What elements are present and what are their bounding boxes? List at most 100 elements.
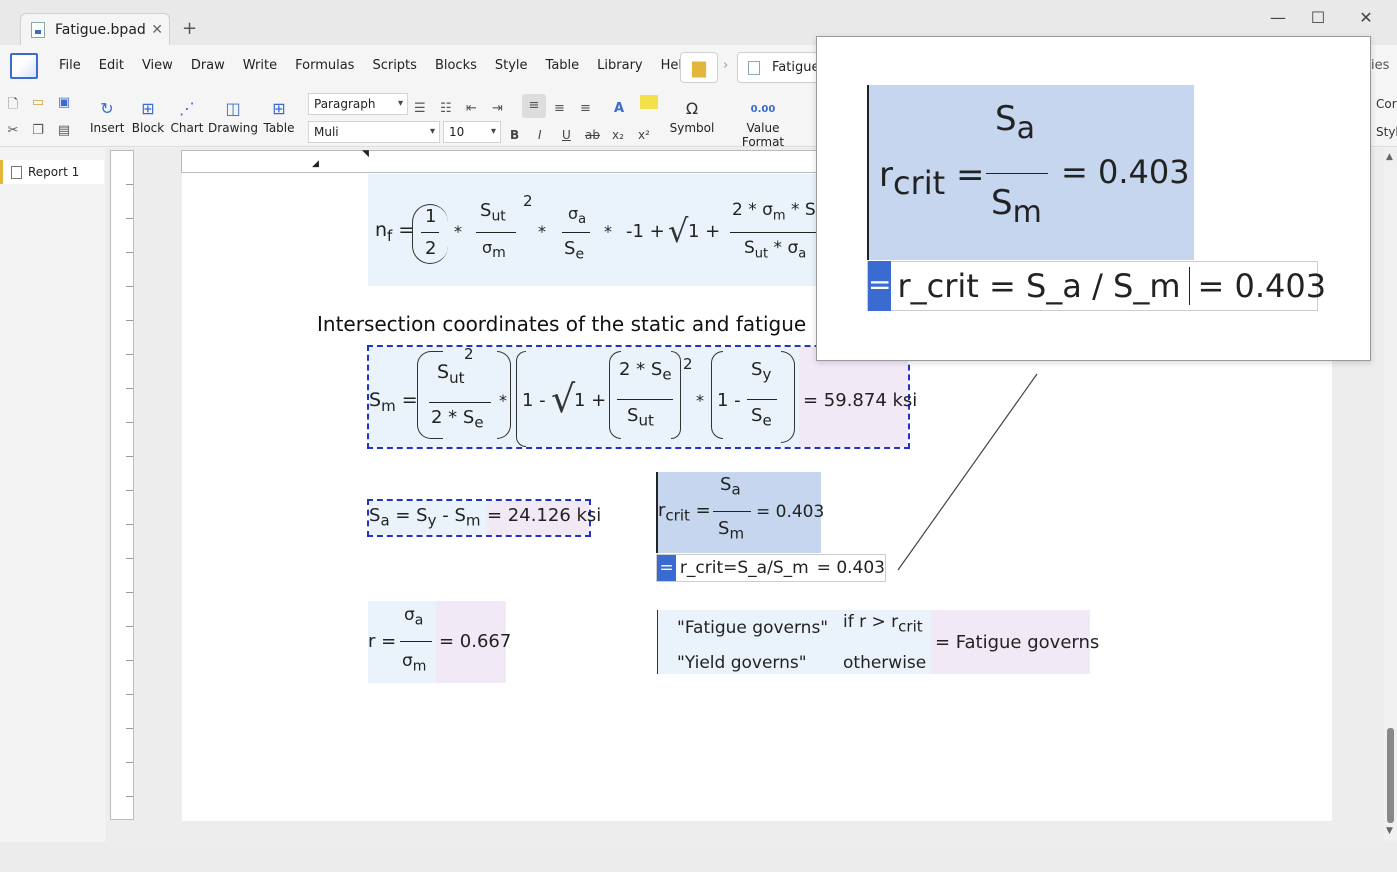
symbol-button[interactable]: Ω Symbol: [668, 99, 716, 135]
underline-button[interactable]: U: [562, 128, 571, 142]
numbered-list-icon[interactable]: ☷: [440, 101, 452, 116]
open-folder-button[interactable]: ▆: [680, 52, 718, 83]
fraction-bar: [617, 399, 673, 400]
document-tab[interactable]: Fatigue.bpad ✕: [20, 13, 170, 46]
toolbar-right-cut-bottom: Styl: [1376, 125, 1397, 139]
section-heading[interactable]: Intersection coordinates of the static a…: [317, 312, 817, 336]
equals-toggle-button[interactable]: =: [657, 555, 676, 581]
menu-table[interactable]: Table: [546, 58, 580, 73]
block-button[interactable]: ⊞ Block: [131, 99, 165, 135]
breadcrumb-file[interactable]: Fatigue: [737, 52, 827, 83]
open-file-icon[interactable]: ▭: [30, 95, 46, 111]
menu-write[interactable]: Write: [243, 58, 277, 73]
rcrit-source-line[interactable]: = r_crit=S_a/S_m = 0.403: [656, 554, 886, 582]
omega-icon: Ω: [685, 99, 699, 118]
ruler-marker-icon[interactable]: ◢: [312, 159, 319, 169]
insert-button[interactable]: ↻ Insert: [90, 99, 124, 135]
value-format-button[interactable]: 0.00 Value Format: [724, 99, 802, 149]
menu-blocks[interactable]: Blocks: [435, 58, 477, 73]
nf-lhs: nf =: [375, 219, 415, 245]
paren-icon: [671, 351, 681, 439]
align-center-icon[interactable]: ≡: [554, 101, 565, 116]
highlight-icon[interactable]: [640, 95, 658, 109]
governs-equation[interactable]: "Fatigue governs" if r > rcrit "Yield go…: [657, 610, 1099, 674]
r-equation[interactable]: r = σa σm = 0.667: [368, 601, 511, 683]
menu-style[interactable]: Style: [495, 58, 528, 73]
rcrit-source-text[interactable]: r_crit=S_a/S_m: [680, 558, 809, 578]
bold-button[interactable]: B: [510, 128, 519, 142]
table-button[interactable]: ⊞ Table: [262, 99, 296, 135]
font-family-select[interactable]: Muli ▾: [308, 121, 440, 143]
menu-view[interactable]: View: [142, 58, 173, 73]
r-numerator: σa: [404, 605, 424, 629]
align-right-icon[interactable]: ≡: [580, 101, 591, 116]
bullet-list-icon[interactable]: ☰: [414, 101, 426, 116]
scrollbar-thumb[interactable]: [1387, 728, 1394, 823]
chevron-down-icon: ▾: [397, 98, 403, 109]
governs-case-1: "Fatigue governs": [677, 618, 829, 638]
close-window-button[interactable]: ✕: [1351, 8, 1381, 27]
toolbar-right-cut-top: Cor: [1376, 97, 1397, 111]
se-symbol: Se: [564, 238, 585, 263]
save-icon[interactable]: ▣: [56, 95, 72, 111]
fraction-bar: [747, 399, 777, 400]
new-tab-button[interactable]: +: [182, 18, 197, 39]
fraction-bar: [986, 173, 1048, 174]
paste-icon[interactable]: ▤: [56, 123, 72, 139]
folder-icon: ▆: [692, 57, 706, 78]
rcrit-numerator: Sa: [720, 474, 741, 499]
menu-scripts[interactable]: Scripts: [372, 58, 416, 73]
italic-button[interactable]: I: [538, 128, 542, 142]
r-denominator: σm: [402, 651, 427, 675]
cut-icon[interactable]: ✂: [5, 123, 21, 139]
horizontal-ruler: ◢ ◥: [181, 149, 821, 173]
chart-label: Chart: [170, 121, 204, 135]
value-format-icon: 0.00: [750, 104, 776, 115]
menu-edit[interactable]: Edit: [99, 58, 124, 73]
minimize-button[interactable]: —: [1263, 8, 1293, 27]
insert-label: Insert: [90, 121, 125, 135]
document-tab-title: Fatigue.bpad: [55, 22, 146, 38]
superscript-button[interactable]: x²: [638, 128, 650, 142]
ruler-marker-icon[interactable]: ◥: [362, 149, 369, 159]
menu-file[interactable]: File: [59, 58, 81, 73]
vertical-scrollbar[interactable]: ▲ ▼: [1384, 148, 1397, 842]
value-format-label: Value Format: [741, 121, 785, 149]
scroll-down-icon[interactable]: ▼: [1386, 826, 1393, 836]
drawing-button[interactable]: ◫ Drawing: [208, 99, 258, 135]
menu-library[interactable]: Library: [597, 58, 642, 73]
popup-source-text: r_crit = S_a / S_m: [897, 267, 1190, 305]
sm-result: = 59.874 ksi: [803, 390, 918, 411]
r-result: = 0.667: [439, 631, 512, 652]
strikethrough-button[interactable]: ab: [585, 128, 600, 142]
sa-equation[interactable]: Sa = Sy - Sm = 24.126 ksi: [367, 499, 601, 537]
status-bar: [0, 842, 1397, 872]
subscript-button[interactable]: x₂: [612, 128, 624, 142]
font-size-select[interactable]: 10 ▾: [443, 121, 501, 143]
maximize-button[interactable]: ☐: [1303, 8, 1333, 27]
menu-draw[interactable]: Draw: [191, 58, 225, 73]
chart-button[interactable]: ⋰ Chart: [170, 99, 204, 135]
copy-icon[interactable]: ❐: [30, 123, 46, 139]
rcrit-equation[interactable]: rcrit = Sa Sm = 0.403: [656, 472, 825, 553]
popup-source-line: = r_crit = S_a / S_m = 0.403: [867, 261, 1326, 311]
fraction-bar: [429, 402, 491, 403]
se-symbol: Se: [751, 405, 772, 430]
nf-inner-numerator: 2 * σm * S: [732, 200, 816, 224]
align-left-icon[interactable]: ≡: [522, 94, 546, 118]
governs-result: = Fatigue governs: [935, 632, 1100, 653]
indent-icon[interactable]: ⇥: [492, 101, 503, 116]
zoom-preview-popup: rcrit = Sa Sm = 0.403 = r_crit = S_a / S…: [816, 36, 1371, 361]
navigator-item-report[interactable]: Report 1: [0, 160, 104, 184]
app-logo-icon[interactable]: [10, 53, 38, 79]
close-tab-icon[interactable]: ✕: [151, 22, 163, 38]
menu-formulas[interactable]: Formulas: [295, 58, 354, 73]
paragraph-style-select[interactable]: Paragraph ▾: [308, 93, 408, 115]
rcrit-result: = 0.403: [756, 502, 825, 522]
scroll-up-icon[interactable]: ▲: [1386, 152, 1393, 162]
font-color-icon[interactable]: A: [614, 101, 624, 116]
chart-icon: ⋰: [179, 99, 195, 118]
new-file-icon[interactable]: 🗋: [5, 95, 21, 112]
nf-equation[interactable]: nf = 1 2 * Sut σm 2 * σa Se * -1 + √ 1 +…: [368, 174, 817, 286]
outdent-icon[interactable]: ⇤: [466, 101, 477, 116]
